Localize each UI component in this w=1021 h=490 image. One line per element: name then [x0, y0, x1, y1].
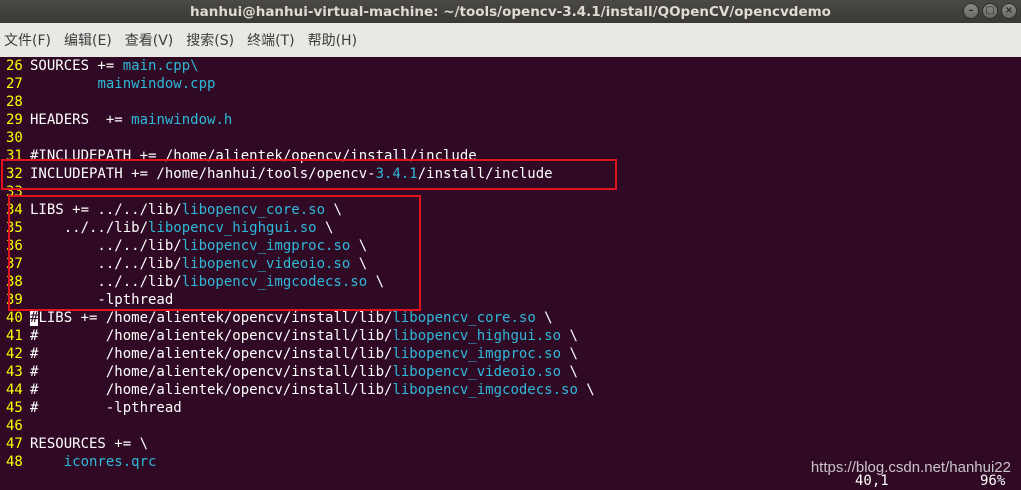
code-text: libopencv_highgui.so — [392, 328, 562, 344]
code-line: 40 #LIBS += /home/alientek/opencv/install… — [0, 309, 553, 327]
code-text: LIBS += /home/alientek/opencv/install/li… — [38, 310, 393, 326]
code-line: 27 mainwindow.cpp — [0, 75, 215, 93]
annotation-box-libs — [8, 195, 421, 311]
menu-edit[interactable]: 编辑(E) — [64, 30, 112, 50]
window-controls: – □ × — [963, 3, 1017, 19]
line-number: 41 — [6, 328, 23, 344]
code-line: 30 — [0, 129, 30, 147]
line-number: 40 — [6, 310, 23, 326]
code-text: # -lpthread — [30, 400, 182, 416]
code-text: HEADERS += — [30, 112, 132, 128]
line-number: 42 — [6, 346, 23, 362]
code-text: # /home/alientek/opencv/install/lib/ — [30, 346, 393, 362]
code-text: libopencv_imgproc.so — [392, 346, 562, 362]
line-number: 44 — [6, 382, 23, 398]
line-number: 26 — [6, 58, 23, 74]
code-line: 48 iconres.qrc — [0, 453, 156, 471]
minimize-button[interactable]: – — [963, 3, 979, 19]
watermark: https://blog.csdn.net/hanhui22 — [810, 459, 1011, 476]
code-text: # /home/alientek/opencv/install/lib/ — [30, 364, 393, 380]
code-text: main.cpp\ — [122, 58, 199, 74]
code-text: RESOURCES += \ — [30, 436, 149, 452]
code-text: \ — [561, 364, 578, 380]
code-text: mainwindow.cpp — [97, 76, 216, 92]
line-number: 43 — [6, 364, 23, 380]
menu-terminal[interactable]: 终端(T) — [247, 30, 294, 50]
line-number: 27 — [6, 76, 23, 92]
code-line: 45 # -lpthread — [0, 399, 182, 417]
code-line: 44 # /home/alientek/opencv/install/lib/li… — [0, 381, 595, 399]
code-line: 26 SOURCES += main.cpp\ — [0, 57, 199, 75]
menu-help[interactable]: 帮助(H) — [308, 30, 357, 50]
code-line: 29 HEADERS += mainwindow.h — [0, 111, 232, 129]
code-text: libopencv_core.so — [392, 310, 536, 326]
code-text: mainwindow.h — [131, 112, 233, 128]
menu-bar: 文件(F) 编辑(E) 查看(V) 搜索(S) 终端(T) 帮助(H) — [0, 23, 1021, 57]
code-text: iconres.qrc — [63, 454, 157, 470]
window-title: hanhui@hanhui-virtual-machine: ~/tools/o… — [190, 3, 831, 20]
maximize-button[interactable]: □ — [982, 3, 998, 19]
code-text: libopencv_imgcodecs.so — [392, 382, 578, 398]
line-number: 30 — [6, 130, 23, 146]
line-number: 29 — [6, 112, 23, 128]
window-titlebar[interactable]: hanhui@hanhui-virtual-machine: ~/tools/o… — [0, 0, 1021, 23]
line-number: 46 — [6, 418, 23, 434]
code-text: libopencv_videoio.so — [392, 364, 562, 380]
code-text: \ — [561, 346, 578, 362]
code-line: 43 # /home/alientek/opencv/install/lib/li… — [0, 363, 578, 381]
menu-search[interactable]: 搜索(S) — [186, 30, 234, 50]
code-text: # /home/alientek/opencv/install/lib/ — [30, 328, 393, 344]
line-number: 28 — [6, 94, 23, 110]
code-text: \ — [561, 328, 578, 344]
code-text: # /home/alientek/opencv/install/lib/ — [30, 382, 393, 398]
code-line: 42 # /home/alientek/opencv/install/lib/li… — [0, 345, 578, 363]
code-text: SOURCES += — [30, 58, 123, 74]
menu-file[interactable]: 文件(F) — [4, 30, 51, 50]
code-line: 47 RESOURCES += \ — [0, 435, 148, 453]
code-line: 41 # /home/alientek/opencv/install/lib/li… — [0, 327, 578, 345]
line-number: 45 — [6, 400, 23, 416]
line-number: 48 — [6, 454, 23, 470]
code-text: \ — [535, 310, 553, 326]
code-text: \ — [577, 382, 595, 398]
annotation-box-includepath — [1, 159, 617, 190]
code-line: 28 — [0, 93, 30, 111]
menu-view[interactable]: 查看(V) — [125, 30, 174, 50]
line-number: 47 — [6, 436, 23, 452]
code-line: 46 — [0, 417, 30, 435]
close-button[interactable]: × — [1001, 3, 1017, 19]
